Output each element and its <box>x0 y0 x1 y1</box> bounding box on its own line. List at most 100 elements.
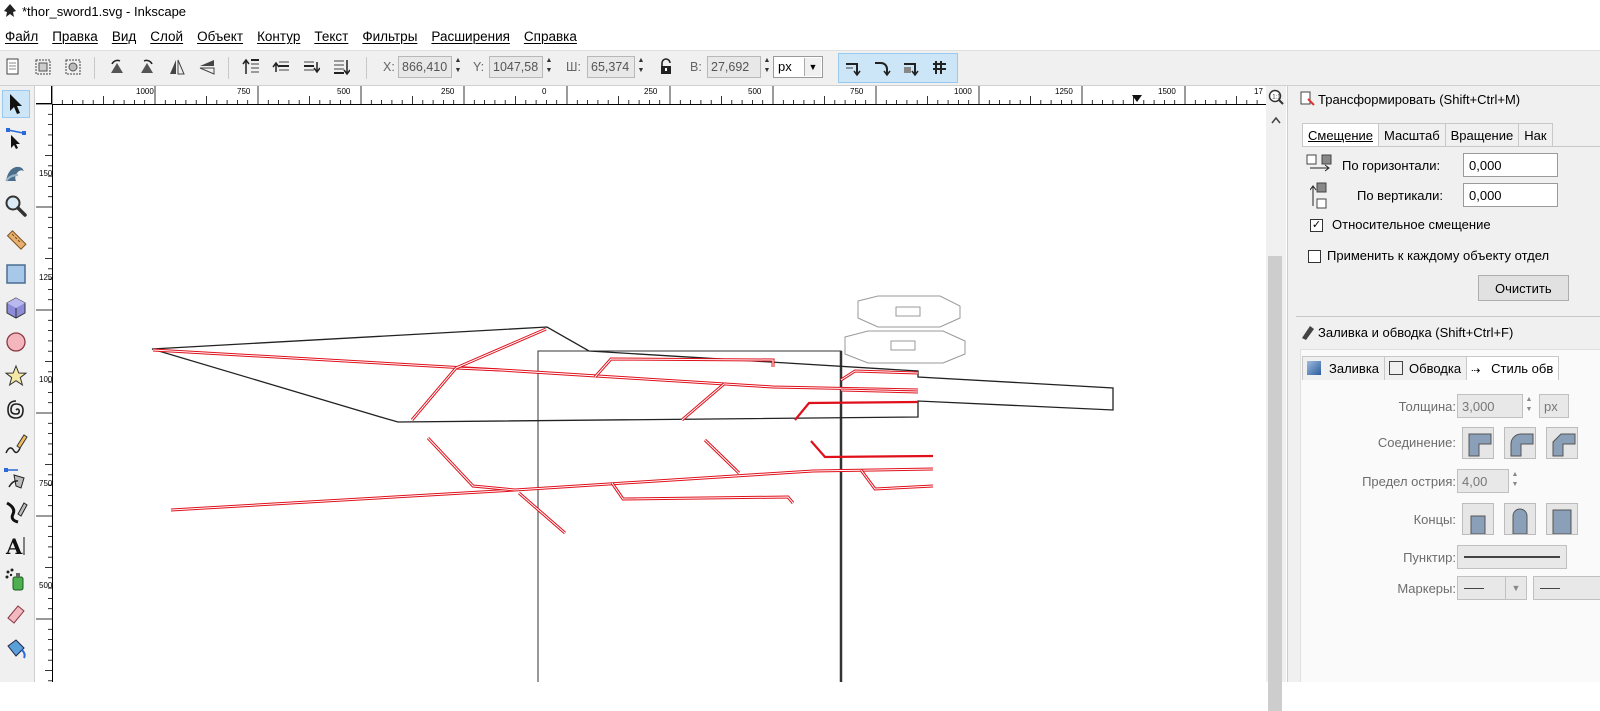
rectangle-icon[interactable] <box>2 260 30 288</box>
ruler-ticks <box>36 104 52 682</box>
ruler-label: 500 <box>39 581 53 590</box>
spiral-icon[interactable] <box>2 396 30 424</box>
stroke-width-input[interactable]: 3,000 <box>1457 394 1523 418</box>
raise-to-top-icon[interactable] <box>240 56 262 78</box>
transform-title-text: Трансформировать (Shift+Ctrl+M) <box>1318 91 1521 107</box>
hexagon-ornament[interactable] <box>857 295 961 328</box>
round-join-icon[interactable] <box>1504 427 1536 459</box>
unit-select[interactable]: px ▼ <box>773 56 823 78</box>
tab-scale[interactable]: Масштаб <box>1378 123 1446 147</box>
scrollbar-thumb[interactable] <box>1268 256 1282 711</box>
clear-button[interactable]: Очистить <box>1478 275 1569 301</box>
menu-extensions[interactable]: Расширения <box>431 29 510 44</box>
flip-vertical-icon[interactable] <box>196 56 218 78</box>
mid-marker-select[interactable] <box>1533 576 1600 600</box>
menu-layer[interactable]: Слой <box>150 29 183 44</box>
y-input[interactable]: 1047,58 <box>489 56 543 78</box>
bevel-join-icon[interactable] <box>1546 427 1578 459</box>
toolbar-separator <box>366 57 367 79</box>
stroke-width-spinner-icon[interactable]: ▲ ▼ <box>1524 395 1534 417</box>
menu-view[interactable]: Вид <box>112 29 136 44</box>
apply-each-checkbox[interactable] <box>1308 250 1321 263</box>
lower-icon[interactable] <box>300 56 322 78</box>
tab-stroke-paint[interactable]: Обводка <box>1384 356 1468 380</box>
horizontal-input[interactable]: 0,000 <box>1463 153 1558 177</box>
x-input[interactable]: 866,410 <box>398 56 452 78</box>
dash-select[interactable] <box>1457 545 1567 569</box>
star-icon[interactable] <box>2 362 30 390</box>
pen-icon[interactable] <box>2 464 30 492</box>
stroke-unit-select[interactable]: px <box>1539 394 1569 418</box>
menu-text[interactable]: Текст <box>314 29 348 44</box>
menu-help[interactable]: Справка <box>524 29 577 44</box>
dash-label: Пунктир: <box>1403 550 1456 565</box>
relative-move-checkbox[interactable]: ✓ <box>1310 219 1323 232</box>
measure-icon[interactable] <box>2 226 30 254</box>
spray-icon[interactable] <box>2 566 30 594</box>
zoom-icon[interactable] <box>2 192 30 220</box>
ruler-label: 1000 <box>39 375 53 384</box>
pencil-icon[interactable] <box>2 430 30 458</box>
start-marker-select[interactable]: ▼ <box>1457 576 1527 600</box>
butt-cap-icon[interactable] <box>1462 503 1494 535</box>
3d-box-icon[interactable] <box>2 294 30 322</box>
width-input[interactable]: 65,374 <box>587 56 635 78</box>
tab-fill[interactable]: Заливка <box>1302 356 1386 380</box>
flip-horizontal-icon[interactable] <box>166 56 188 78</box>
x-spinner-icon[interactable]: ▲ ▼ <box>453 56 463 78</box>
ruler-label: 1500 <box>1158 87 1176 96</box>
text-icon[interactable]: A <box>2 532 30 560</box>
hexagon-ornament[interactable] <box>844 330 966 364</box>
square-cap-icon[interactable] <box>1546 503 1578 535</box>
lower-to-bottom-icon[interactable] <box>330 56 352 78</box>
scale-stroke-icon[interactable] <box>842 57 864 79</box>
raise-icon[interactable] <box>270 56 292 78</box>
selector-arrow-icon[interactable] <box>2 90 30 118</box>
menu-edit[interactable]: Правка <box>52 29 98 44</box>
vertical-scrollbar[interactable]: 1:1 <box>1266 86 1286 711</box>
move-patterns-icon[interactable] <box>929 57 951 79</box>
width-spinner-icon[interactable]: ▲ ▼ <box>636 56 646 78</box>
node-editor-icon[interactable] <box>2 124 30 152</box>
circuit-paths[interactable] <box>152 327 934 535</box>
tweak-icon[interactable] <box>2 158 30 186</box>
miter-join-icon[interactable] <box>1462 427 1494 459</box>
rotate-ccw-icon[interactable] <box>106 56 128 78</box>
paint-bucket-icon[interactable] <box>2 634 30 662</box>
tab-move[interactable]: Смещение <box>1302 123 1380 147</box>
height-spinner-icon[interactable]: ▲ ▼ <box>762 56 772 78</box>
move-gradients-icon[interactable] <box>900 57 922 79</box>
drawing-canvas[interactable] <box>53 105 1265 682</box>
horizontal-ruler[interactable]: 1000 750 500 250 0 250 500 750 1000 1250… <box>52 86 1266 105</box>
lock-icon[interactable] <box>655 56 677 78</box>
scale-radii-icon[interactable] <box>871 57 893 79</box>
y-spinner-icon[interactable]: ▲ ▼ <box>544 56 554 78</box>
select-all-layers-icon[interactable] <box>32 56 54 78</box>
selected-red-path[interactable] <box>810 440 934 459</box>
menu-filters[interactable]: Фильтры <box>362 29 417 44</box>
tab-stroke-style[interactable]: ⇢ Стиль обв <box>1466 356 1560 380</box>
menu-object[interactable]: Объект <box>197 29 243 44</box>
menu-file[interactable]: Файл <box>5 29 38 44</box>
vertical-input[interactable]: 0,000 <box>1463 183 1558 207</box>
blade-outline[interactable] <box>151 326 1114 423</box>
dock-divider[interactable] <box>1287 86 1296 682</box>
chevron-up-icon[interactable] <box>1271 116 1281 124</box>
vertical-ruler[interactable]: 1500 1250 1000 750 500 <box>36 104 53 682</box>
zoom-fit-icon[interactable]: 1:1 <box>1267 88 1285 106</box>
tab-skew[interactable]: Нак <box>1518 123 1553 147</box>
eraser-icon[interactable] <box>2 600 30 628</box>
miter-limit-input[interactable]: 4,00 <box>1457 469 1509 493</box>
select-all-icon[interactable] <box>2 56 24 78</box>
ruler-label: 750 <box>237 87 251 96</box>
height-input[interactable]: 27,692 <box>707 56 761 78</box>
ruler-label: 250 <box>644 87 658 96</box>
calligraphy-icon[interactable] <box>2 498 30 526</box>
deselect-icon[interactable] <box>62 56 84 78</box>
ellipse-icon[interactable] <box>2 328 30 356</box>
round-cap-icon[interactable] <box>1504 503 1536 535</box>
rotate-cw-icon[interactable] <box>136 56 158 78</box>
tab-rotate[interactable]: Вращение <box>1444 123 1520 147</box>
menu-path[interactable]: Контур <box>257 29 300 44</box>
miter-limit-spinner-icon[interactable]: ▲ ▼ <box>1510 470 1520 492</box>
